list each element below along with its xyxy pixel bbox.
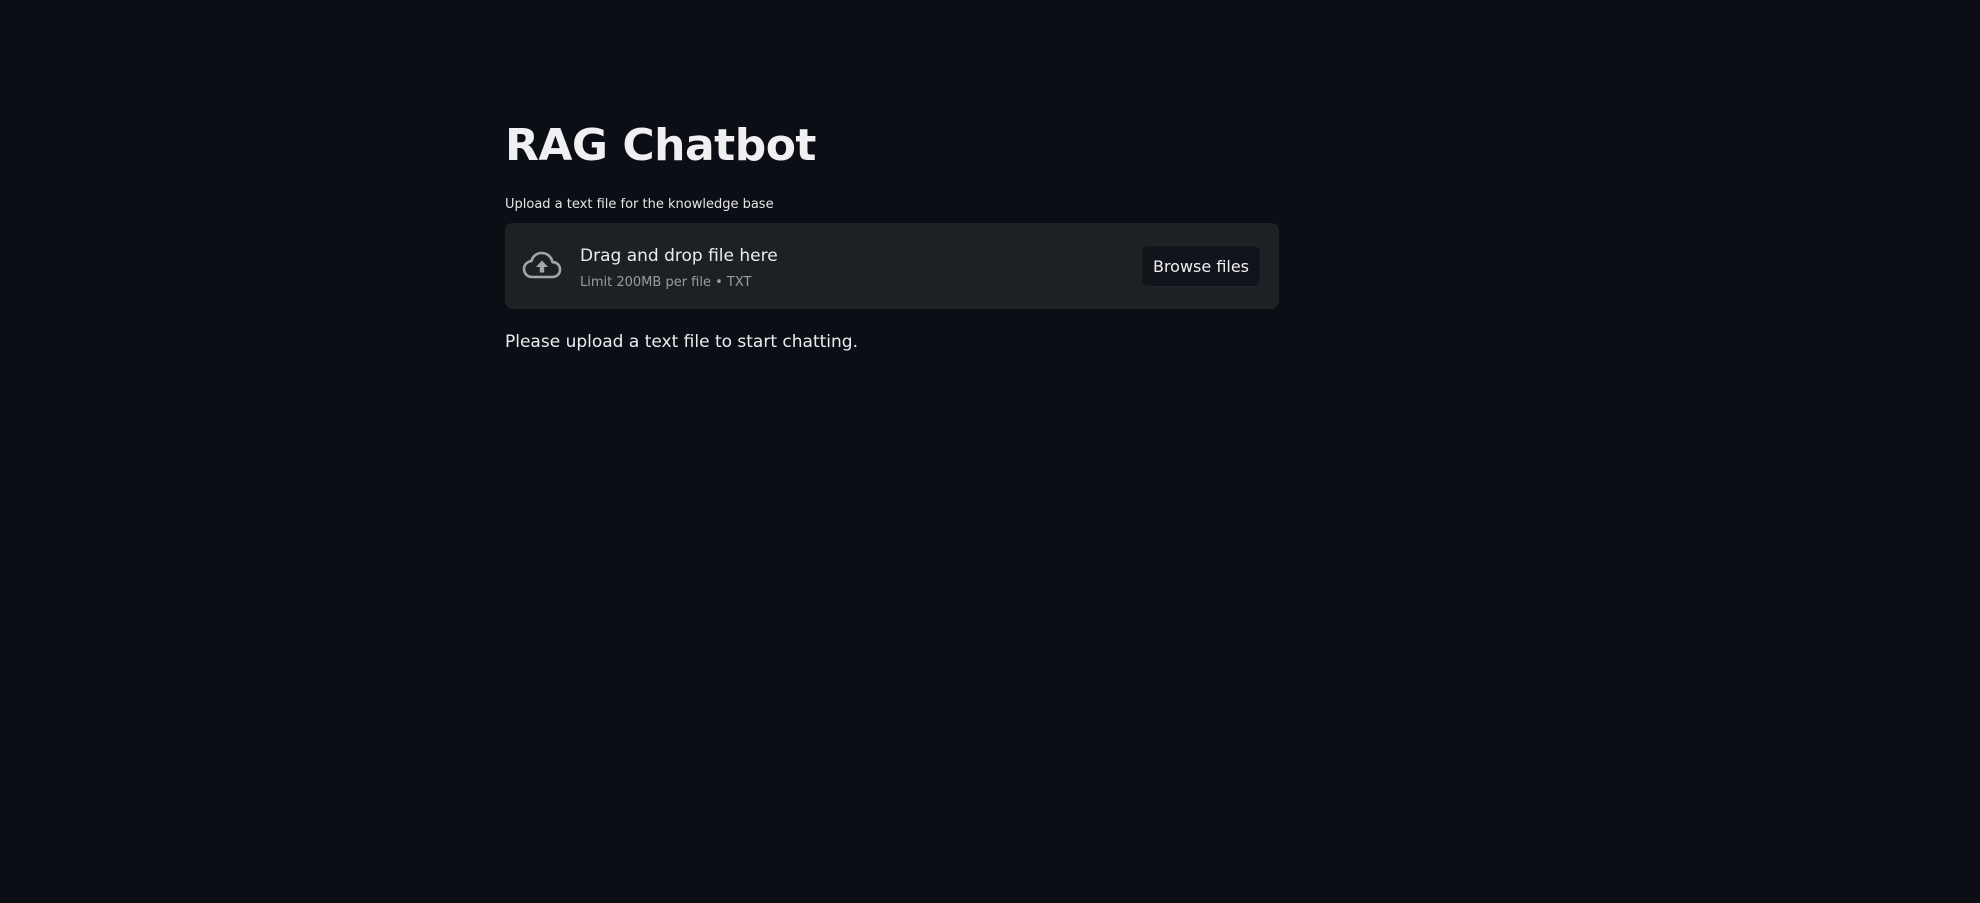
browse-files-button[interactable]: Browse files — [1141, 245, 1261, 287]
file-uploader-label: Upload a text file for the knowledge bas… — [505, 197, 774, 212]
file-dropzone[interactable]: Drag and drop file here Limit 200MB per … — [505, 223, 1279, 309]
dropzone-limit-text: Limit 200MB per file • TXT — [580, 275, 752, 290]
page-title: RAG Chatbot — [505, 120, 816, 171]
cloud-upload-icon — [522, 251, 562, 279]
upload-prompt-message: Please upload a text file to start chatt… — [505, 332, 858, 352]
dropzone-title: Drag and drop file here — [580, 246, 778, 266]
